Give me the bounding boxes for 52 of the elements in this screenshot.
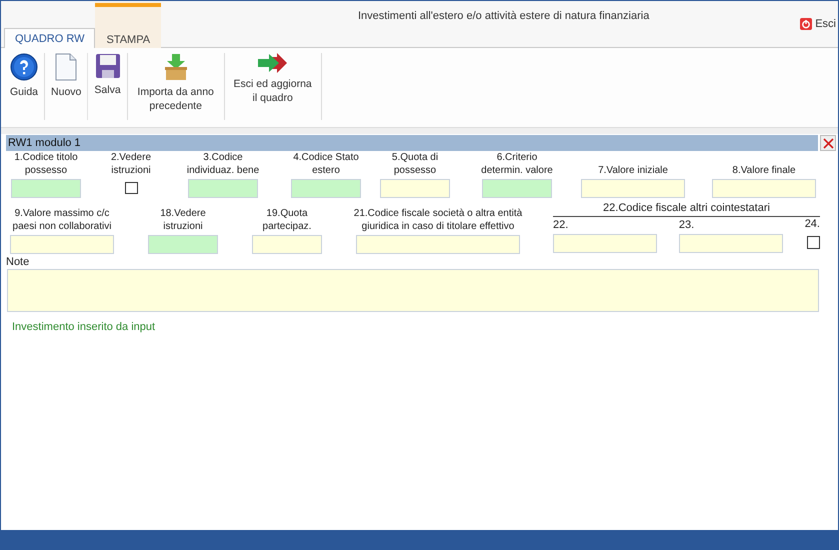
exit-button[interactable]: Esci bbox=[798, 18, 838, 30]
arrows-icon bbox=[256, 53, 289, 73]
close-button[interactable] bbox=[820, 135, 836, 151]
input-field[interactable] bbox=[678, 234, 783, 253]
help-icon bbox=[10, 53, 38, 81]
power-icon bbox=[800, 18, 812, 30]
field-label: 4.Codice Stato estero bbox=[292, 151, 360, 177]
group-title: 22.Codice fiscale altri cointestatari bbox=[553, 202, 820, 217]
field-label: 8.Valore finale bbox=[732, 164, 796, 177]
input-field[interactable] bbox=[11, 179, 81, 198]
field-label: 5.Quota di possesso bbox=[390, 151, 440, 177]
field-label: 7.Valore iniziale bbox=[598, 164, 668, 177]
input-field[interactable] bbox=[356, 235, 520, 254]
input-field[interactable] bbox=[581, 179, 685, 198]
save-icon bbox=[94, 53, 121, 79]
input-field[interactable] bbox=[482, 179, 552, 198]
input-field[interactable] bbox=[252, 235, 322, 254]
field-label: 19.Quota partecipaz. bbox=[262, 207, 312, 233]
document-icon bbox=[55, 53, 78, 81]
status-message: Investimento inserito da input bbox=[12, 321, 156, 333]
field-label: 1.Codice titolo possesso bbox=[13, 151, 79, 177]
box-arrow-icon bbox=[164, 53, 188, 81]
note-label: Note bbox=[6, 256, 30, 269]
field-label: 21.Codice fiscale società o altra entità giuridica in caso di titolare effettivo bbox=[352, 207, 524, 233]
checkbox[interactable] bbox=[124, 182, 138, 194]
field-label: 23. bbox=[678, 219, 694, 232]
field-label: 22. bbox=[553, 219, 568, 232]
toolbar-button[interactable]: Esci ed aggiorna il quadro bbox=[224, 53, 321, 120]
input-field[interactable] bbox=[712, 179, 816, 198]
close-icon bbox=[822, 138, 834, 148]
window-title: Investimenti all'estero e/o attività estere di natura finanziaria bbox=[358, 10, 650, 22]
field-label: 6.Criterio determin. valore bbox=[480, 151, 554, 177]
panel-title: RW1 modulo 1 bbox=[8, 137, 81, 149]
input-field[interactable] bbox=[553, 234, 657, 253]
toolbar-button[interactable]: Salva bbox=[88, 53, 127, 120]
checkbox[interactable] bbox=[806, 236, 820, 249]
input-field[interactable] bbox=[10, 235, 114, 254]
note-field[interactable] bbox=[7, 269, 819, 312]
field-label: 3.Codice individuaz. bene bbox=[186, 151, 260, 177]
field-label: 18.Vedere istruzioni bbox=[159, 207, 207, 233]
field-label: 24. bbox=[804, 218, 820, 231]
tab[interactable]: STAMPA bbox=[95, 2, 162, 48]
input-field[interactable] bbox=[291, 179, 361, 198]
input-field[interactable] bbox=[188, 179, 258, 198]
field-label: 9.Valore massimo c/c paesi non collaborativi bbox=[12, 207, 112, 233]
toolbar-button[interactable]: Nuovo bbox=[45, 53, 88, 120]
toolbar-button[interactable]: Guida bbox=[4, 53, 44, 120]
field-label: 2.Vedere istruzioni bbox=[110, 151, 152, 177]
tab[interactable]: QUADRO RW bbox=[4, 28, 96, 48]
input-field[interactable] bbox=[380, 179, 450, 198]
input-field[interactable] bbox=[148, 235, 218, 254]
toolbar-button[interactable]: Importa da anno precedente bbox=[128, 53, 224, 120]
